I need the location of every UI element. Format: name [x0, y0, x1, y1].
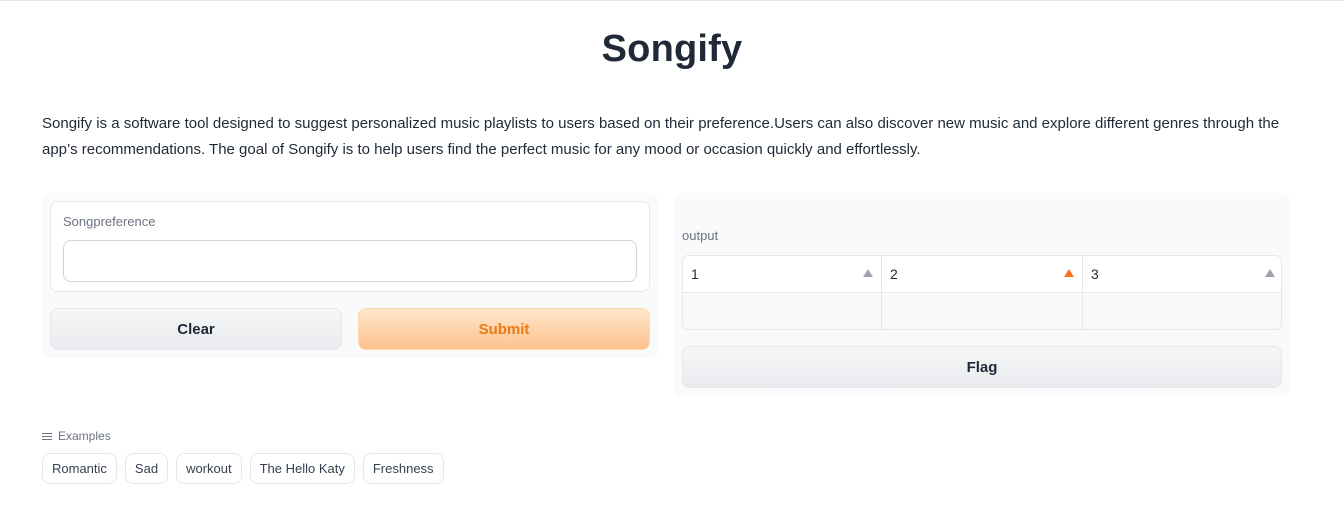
- table-cell[interactable]: [882, 293, 1083, 329]
- table-cell[interactable]: [1083, 293, 1281, 329]
- songpreference-label: Songpreference: [63, 214, 156, 229]
- column-header-1[interactable]: 1: [683, 256, 882, 292]
- examples-list: Romantic Sad workout The Hello Katy Fres…: [42, 453, 444, 484]
- column-header-2[interactable]: 2: [882, 256, 1083, 292]
- example-chip[interactable]: Sad: [124, 453, 169, 484]
- app-description: Songify is a software tool designed to s…: [42, 115, 1280, 158]
- column-header-3[interactable]: 3: [1083, 256, 1281, 292]
- output-label: output: [682, 228, 719, 243]
- column-header-label: 3: [1091, 266, 1099, 282]
- output-table: 1 2 3: [682, 255, 1282, 330]
- flag-button[interactable]: Flag: [682, 346, 1282, 388]
- table-row: [683, 293, 1281, 329]
- examples-header: Examples: [42, 429, 111, 443]
- songpreference-input[interactable]: [63, 240, 637, 282]
- sort-arrow-icon[interactable]: [1265, 269, 1275, 277]
- column-header-label: 1: [691, 266, 699, 282]
- table-cell[interactable]: [683, 293, 882, 329]
- top-divider: [0, 0, 1344, 1]
- table-header-row: 1 2 3: [683, 256, 1281, 293]
- input-panel: Songpreference Clear Submit: [42, 193, 658, 358]
- example-chip[interactable]: workout: [176, 453, 242, 484]
- songpreference-block: Songpreference: [50, 201, 650, 292]
- list-icon: [42, 432, 52, 441]
- column-header-label: 2: [890, 266, 898, 282]
- example-chip[interactable]: Freshness: [362, 453, 444, 484]
- example-chip[interactable]: Romantic: [42, 453, 117, 484]
- examples-label: Examples: [58, 429, 111, 443]
- submit-button[interactable]: Submit: [358, 308, 650, 350]
- sort-arrow-icon[interactable]: [863, 269, 873, 277]
- clear-button[interactable]: Clear: [50, 308, 342, 350]
- example-chip[interactable]: The Hello Katy: [249, 453, 355, 484]
- page-title: Songify: [601, 28, 743, 70]
- output-panel: output 1 2 3 Flag: [674, 193, 1290, 396]
- sort-arrow-icon[interactable]: [1064, 269, 1074, 277]
